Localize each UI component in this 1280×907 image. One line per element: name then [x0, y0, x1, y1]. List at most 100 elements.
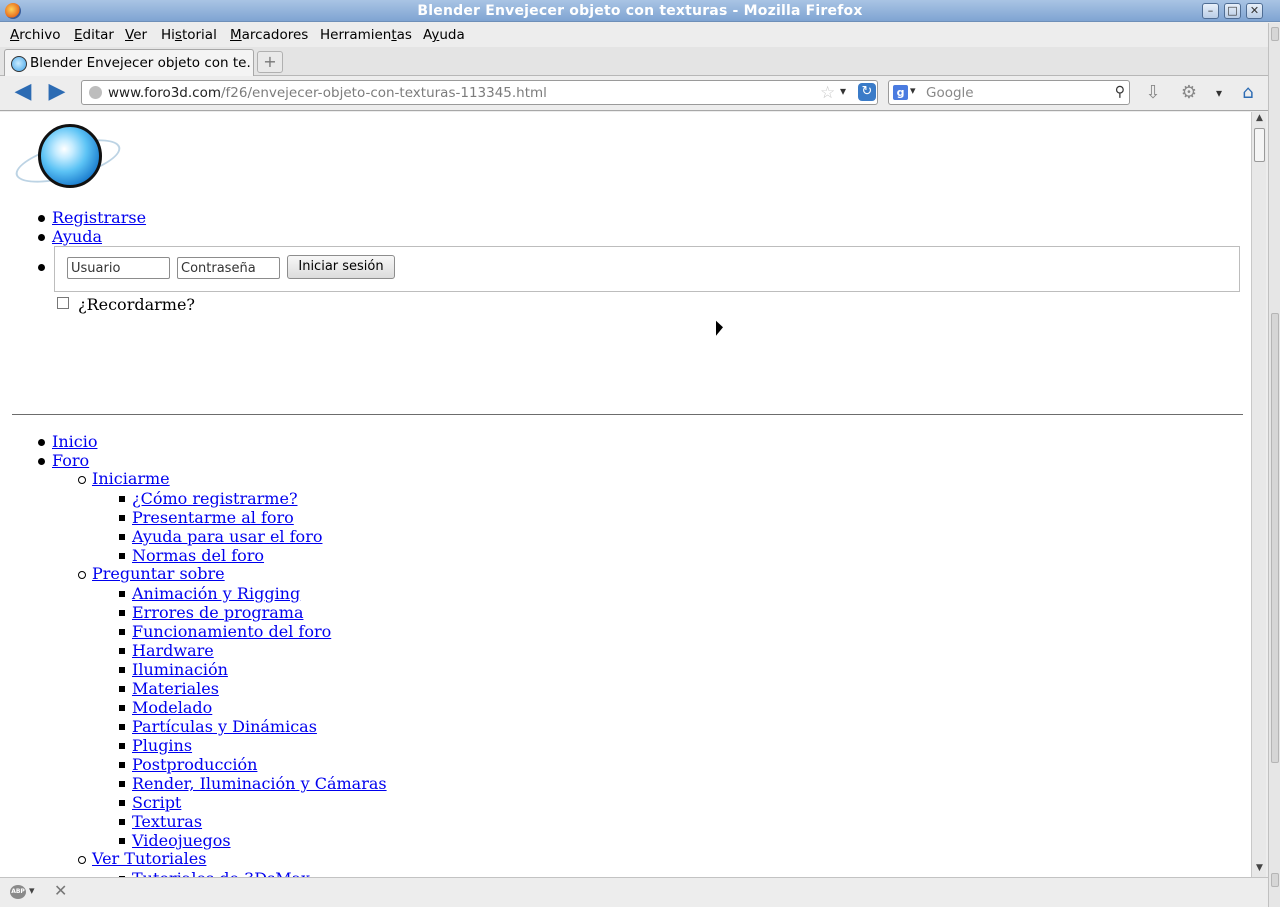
top-link[interactable]: Registrarse	[52, 208, 146, 227]
separator	[12, 414, 1243, 415]
adblock-icon[interactable]: ABP	[10, 885, 26, 899]
nav-sublink[interactable]: Modelado	[132, 698, 212, 717]
url-history-dropdown-icon[interactable]: ▾	[840, 84, 846, 98]
binoculars-icon[interactable]: ⚲	[1115, 84, 1125, 100]
search-engine-icon[interactable]: g	[893, 85, 908, 100]
site-logo[interactable]	[11, 122, 125, 194]
nav-sublink[interactable]: Postproducción	[132, 755, 257, 774]
nav-section-link[interactable]: Iniciarme	[92, 469, 170, 488]
tab-label: Blender Envejecer objeto con te...	[30, 55, 252, 71]
bullet	[119, 553, 125, 559]
search-bar[interactable]: g ▾ Google ⚲	[888, 80, 1130, 105]
menu-item[interactable]: Marcadores	[230, 27, 308, 43]
menu-item[interactable]: Ver	[125, 27, 147, 43]
remember-checkbox[interactable]	[57, 297, 69, 309]
nav-section-link[interactable]: Preguntar sobre	[92, 564, 225, 583]
new-tab-button[interactable]: +	[257, 51, 283, 73]
bullet	[78, 476, 86, 484]
menu-item[interactable]: Ayuda	[423, 27, 465, 43]
nav-sublink[interactable]: ¿Cómo registrarme?	[132, 489, 298, 508]
nav-sublink[interactable]: Normas del foro	[132, 546, 264, 565]
reload-icon[interactable]: ↻	[858, 83, 876, 101]
bullet	[119, 781, 125, 787]
menu-label-part: uda	[439, 27, 465, 43]
nav-link[interactable]: Inicio	[52, 432, 97, 451]
nav-sublink[interactable]: Videojuegos	[132, 831, 231, 850]
nav-sublink[interactable]: Partículas y Dinámicas	[132, 717, 317, 736]
url-host: www.foro3d.com	[108, 85, 221, 101]
nav-sublink[interactable]: Script	[132, 793, 181, 812]
menu-label-part: Hi	[161, 27, 175, 43]
bullet	[119, 667, 125, 673]
nav-sublink[interactable]: Funcionamiento del foro	[132, 622, 331, 641]
login-form: Iniciar sesión	[54, 246, 1240, 292]
menu-item[interactable]: Archivo	[10, 27, 60, 43]
menu-label-part: torial	[181, 27, 217, 43]
window-edge-scrollbar	[1268, 23, 1280, 907]
nav-sublink[interactable]: Tutoriales de 3DsMax	[132, 869, 310, 877]
bullet	[119, 762, 125, 768]
back-arrow-icon[interactable]: ◀	[12, 81, 34, 103]
downloads-icon[interactable]: ⇩	[1141, 82, 1165, 104]
login-button[interactable]: Iniciar sesión	[287, 255, 395, 279]
nav-sublink[interactable]: Hardware	[132, 641, 214, 660]
nav-sublink[interactable]: Ayuda para usar el foro	[132, 527, 322, 546]
scroll-up-icon[interactable]: ▲	[1254, 113, 1265, 125]
page-scrollbar[interactable]: ▲ ▼	[1251, 112, 1266, 877]
menu-accesskey: s	[174, 27, 182, 43]
nav-sublink[interactable]: Texturas	[132, 812, 202, 831]
bullet	[119, 705, 125, 711]
nav-sublink[interactable]: Iluminación	[132, 660, 228, 679]
nav-sublink[interactable]: Materiales	[132, 679, 219, 698]
nav-section-link[interactable]: Ver Tutoriales	[92, 849, 206, 868]
close-addon-bar-icon[interactable]: ✕	[54, 881, 67, 900]
toolbar-menu-dropdown-icon[interactable]: ▾	[1207, 82, 1231, 104]
menu-accesskey: A	[10, 27, 20, 43]
menu-label-part: ditar	[82, 27, 114, 43]
minimize-button[interactable]: –	[1202, 3, 1219, 19]
username-field[interactable]	[67, 257, 170, 279]
top-link[interactable]: Ayuda	[52, 227, 102, 246]
status-bar: ABP ▾ ✕	[0, 877, 1268, 907]
menu-item[interactable]: Editar	[74, 27, 114, 43]
bullet	[119, 800, 125, 806]
scroll-down-icon[interactable]: ▼	[1254, 863, 1265, 875]
menu-label-part: rchivo	[19, 27, 61, 43]
menu-item[interactable]: Historial	[161, 27, 217, 43]
menu-item[interactable]: Herramientas	[320, 27, 412, 43]
url-bar[interactable]: www.foro3d.com/f26/envejecer-objeto-con-…	[81, 80, 878, 105]
navigation-toolbar: ◀ ▶ www.foro3d.com/f26/envejecer-objeto-…	[0, 76, 1270, 111]
bullet	[38, 458, 45, 465]
nav-sublink[interactable]: Animación y Rigging	[132, 584, 300, 603]
adblock-dropdown-icon[interactable]: ▾	[29, 884, 35, 897]
scrollbar-thumb[interactable]	[1254, 128, 1265, 162]
menu-accesskey: M	[230, 27, 242, 43]
mouse-cursor-icon	[716, 320, 723, 339]
nav-sublink[interactable]: Plugins	[132, 736, 192, 755]
password-field[interactable]	[177, 257, 280, 279]
edge-segment	[1271, 313, 1279, 763]
bookmark-star-icon[interactable]: ☆	[820, 83, 835, 103]
bullet	[119, 724, 125, 730]
globe-icon	[89, 86, 102, 99]
addon-toolbar-icon[interactable]: ⚙	[1177, 82, 1201, 104]
tab-active[interactable]: Blender Envejecer objeto con te...	[4, 49, 254, 76]
home-icon[interactable]: ⌂	[1236, 82, 1260, 104]
page-content: Iniciar sesión ¿Recordarme? RegistrarseA…	[0, 112, 1252, 877]
nav-sublink[interactable]: Render, Iluminación y Cámaras	[132, 774, 387, 793]
bullet	[119, 534, 125, 540]
nav-link[interactable]: Foro	[52, 451, 89, 470]
maximize-button[interactable]: □	[1224, 3, 1241, 19]
nav-sublink[interactable]: Presentarme al foro	[132, 508, 294, 527]
search-engine-dropdown-icon[interactable]: ▾	[910, 84, 916, 97]
logo-sphere	[38, 124, 102, 188]
nav-sublink[interactable]: Errores de programa	[132, 603, 303, 622]
search-input[interactable]: Google	[926, 85, 974, 101]
menu-label-part: arcadores	[241, 27, 309, 43]
site-favicon-icon	[11, 56, 27, 72]
url-text[interactable]: www.foro3d.com/f26/envejecer-objeto-con-…	[108, 85, 547, 101]
bullet	[119, 610, 125, 616]
menu-accesskey: V	[125, 27, 134, 43]
close-window-button[interactable]: ✕	[1246, 3, 1263, 19]
forward-arrow-icon[interactable]: ▶	[46, 81, 68, 103]
